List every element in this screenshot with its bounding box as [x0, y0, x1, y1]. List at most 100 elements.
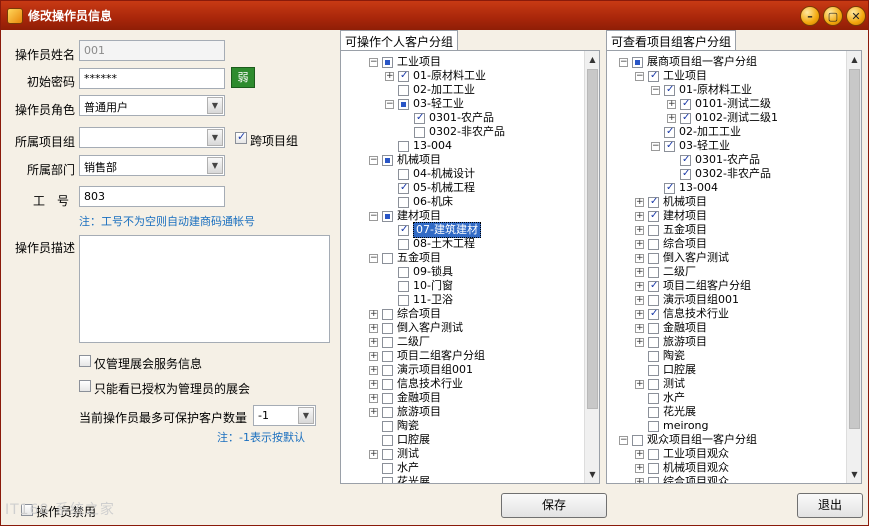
scroll-thumb[interactable] — [849, 69, 860, 429]
tree-node-checkbox[interactable] — [382, 252, 393, 264]
tree-node-checkbox[interactable] — [382, 420, 393, 432]
tree-node[interactable]: 0302-非农产品 — [401, 125, 505, 139]
tree-node-checkbox[interactable] — [398, 168, 409, 180]
tree-node[interactable]: + 二级厂 — [635, 265, 696, 279]
tree-node-checkbox[interactable] — [680, 167, 691, 181]
tree-node[interactable]: 02-加工工业 — [651, 125, 741, 139]
tree-node[interactable]: 陶瓷 — [369, 419, 419, 433]
tree-node-checkbox[interactable] — [680, 111, 691, 125]
tree-node-checkbox[interactable] — [648, 209, 659, 223]
tree-node[interactable]: − 工业项目 — [635, 69, 707, 83]
tree-node-checkbox[interactable] — [414, 126, 425, 138]
tree-node-checkbox[interactable] — [382, 210, 393, 222]
expand-icon[interactable]: + — [635, 295, 644, 305]
tree-node-checkbox[interactable] — [398, 69, 409, 83]
tree-node-checkbox[interactable] — [398, 280, 409, 292]
tree-node-checkbox[interactable] — [382, 406, 393, 418]
tree-node-checkbox[interactable] — [648, 224, 659, 236]
tree-node[interactable]: 02-加工工业 — [385, 83, 475, 97]
tree-node[interactable]: + 旅游项目 — [635, 335, 707, 349]
tree-node[interactable]: 0301-农产品 — [667, 153, 760, 167]
tree-node-checkbox[interactable] — [648, 195, 659, 209]
minimize-button[interactable]: – — [800, 6, 820, 26]
tree-node-checkbox[interactable] — [664, 83, 675, 97]
tree-node[interactable]: 09-锁具 — [385, 265, 453, 279]
tree-node-checkbox[interactable] — [648, 266, 659, 278]
tree-node-checkbox[interactable] — [382, 378, 393, 390]
tree-node[interactable]: +0101-测试二级 — [667, 97, 771, 111]
tree-node-checkbox[interactable] — [680, 97, 691, 111]
tree-node-checkbox[interactable] — [382, 308, 393, 320]
tree-node-checkbox[interactable] — [648, 364, 659, 376]
tree-node-checkbox[interactable] — [648, 69, 659, 83]
tree-node[interactable]: 陶瓷 — [635, 349, 685, 363]
tree-node[interactable]: + 项目二组客户分组 — [369, 349, 485, 363]
tree-node-checkbox[interactable] — [648, 476, 659, 483]
tree-node-checkbox[interactable] — [382, 448, 393, 460]
tree-node-checkbox[interactable] — [648, 462, 659, 474]
tree-node-checkbox[interactable] — [648, 406, 659, 418]
tree-node-checkbox[interactable] — [664, 139, 675, 153]
maximize-button[interactable]: ▢ — [823, 6, 843, 26]
expand-icon[interactable]: + — [635, 197, 644, 207]
tree-node-checkbox[interactable] — [398, 266, 409, 278]
expand-icon[interactable]: + — [635, 477, 644, 483]
tree-node-checkbox[interactable] — [414, 111, 425, 125]
tree-node[interactable]: 0302-非农产品 — [667, 167, 771, 181]
tree-node[interactable]: + 旅游项目 — [369, 405, 441, 419]
expand-icon[interactable]: + — [635, 211, 644, 221]
tree-node[interactable]: meirong — [635, 419, 709, 433]
tree-node[interactable]: 04-机械设计 — [385, 167, 475, 181]
project-groups-scrollbar[interactable]: ▲ ▼ — [846, 51, 861, 483]
tree-node[interactable]: + 机械项目 — [635, 195, 707, 209]
tree-node[interactable]: 水产 — [369, 461, 419, 475]
expand-icon[interactable]: + — [369, 323, 378, 333]
max-customers-select[interactable]: -1 ▼ — [253, 405, 316, 426]
tree-node-checkbox[interactable] — [382, 364, 393, 376]
tree-node-checkbox[interactable] — [648, 252, 659, 264]
tree-node[interactable]: + 测试 — [635, 377, 685, 391]
tree-node[interactable]: 口腔展 — [369, 433, 430, 447]
collapse-icon[interactable]: − — [651, 141, 660, 151]
tree-node-checkbox[interactable] — [382, 476, 393, 483]
cross-group-checkbox[interactable] — [235, 130, 247, 144]
expand-icon[interactable]: + — [635, 225, 644, 235]
role-select[interactable]: 普通用户 ▼ — [79, 95, 225, 116]
tree-node[interactable]: 口腔展 — [635, 363, 696, 377]
tree-node[interactable]: + 二级厂 — [369, 335, 430, 349]
tree-node-checkbox[interactable] — [648, 238, 659, 250]
tree-node-checkbox[interactable] — [382, 350, 393, 362]
tree-node-checkbox[interactable] — [648, 336, 659, 348]
tree-node[interactable]: +01-原材料工业 — [385, 69, 486, 83]
password-input[interactable]: ****** — [79, 68, 225, 89]
tree-node-checkbox[interactable] — [398, 294, 409, 306]
tree-node[interactable]: + 综合项目 — [369, 307, 441, 321]
expand-icon[interactable]: + — [369, 449, 378, 459]
tree-node[interactable]: + 五金项目 — [635, 223, 707, 237]
tree-node[interactable]: +0102-测试二级1 — [667, 111, 778, 125]
project-group-select[interactable]: ▼ — [79, 127, 225, 148]
expand-icon[interactable]: + — [369, 309, 378, 319]
tab-personal-groups[interactable]: 可操作个人客户分组 — [340, 30, 459, 50]
tree-node-checkbox[interactable] — [382, 154, 393, 166]
tree-node-checkbox[interactable] — [648, 307, 659, 321]
expand-icon[interactable]: + — [667, 99, 676, 109]
tree-node[interactable]: + 综合项目观众 — [635, 475, 729, 483]
tree-node[interactable]: − 展商项目组一客户分组 — [619, 55, 757, 69]
department-select[interactable]: 销售部 ▼ — [79, 155, 225, 176]
tree-node[interactable]: + 测试 — [369, 447, 419, 461]
only-manage-checkbox[interactable] — [79, 355, 91, 367]
expand-icon[interactable]: + — [369, 379, 378, 389]
employee-id-input[interactable]: 803 — [79, 186, 225, 207]
tree-node-checkbox[interactable] — [648, 322, 659, 334]
expand-icon[interactable]: + — [635, 463, 644, 473]
tree-node[interactable]: + 工业项目观众 — [635, 447, 729, 461]
collapse-icon[interactable]: − — [635, 71, 644, 81]
expand-icon[interactable]: + — [369, 365, 378, 375]
tree-node[interactable]: 13-004 — [651, 181, 718, 195]
tree-node[interactable]: 花光展 — [369, 475, 430, 483]
expand-icon[interactable]: + — [369, 351, 378, 361]
collapse-icon[interactable]: − — [369, 211, 378, 221]
tree-node-checkbox[interactable] — [398, 181, 409, 195]
personal-groups-scrollbar[interactable]: ▲ ▼ — [584, 51, 599, 483]
